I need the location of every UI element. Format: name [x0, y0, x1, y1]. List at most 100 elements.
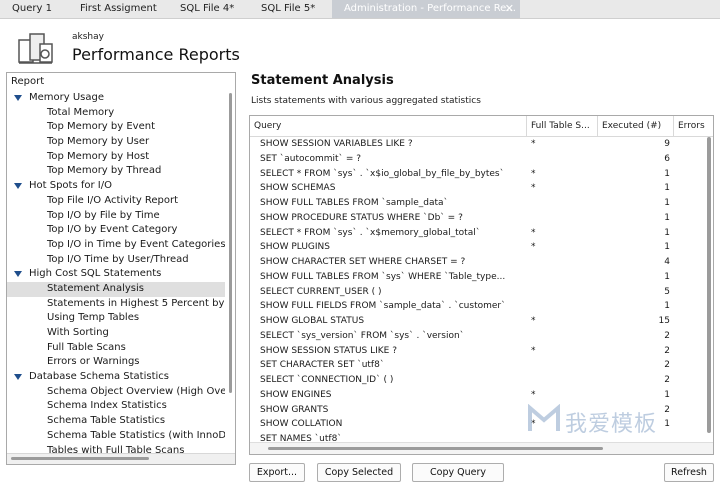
expand-triangle-icon[interactable] — [14, 271, 22, 278]
table-row[interactable]: SHOW SESSION STATUS LIKE ? * 2 — [250, 344, 705, 359]
close-icon[interactable]: ✕ — [505, 0, 514, 17]
tree-item[interactable]: Top File I/O Activity Report — [7, 194, 225, 209]
table-row[interactable]: SHOW FULL TABLES FROM `sys` WHERE `Table… — [250, 270, 705, 285]
tree-label: Top Memory by Host — [47, 150, 150, 162]
cell-executed: 1 — [664, 168, 670, 179]
tree-item[interactable]: Top Memory by Host — [7, 150, 225, 165]
column-header-executed[interactable]: Executed (#) — [598, 116, 674, 136]
cell-query: SELECT `sys_version` FROM `sys` . `versi… — [260, 330, 465, 341]
tab-label: SQL File 4* — [180, 3, 235, 14]
tree-item[interactable]: Statements in Highest 5 Percent by Ru — [7, 297, 225, 312]
cell-query: SHOW ENGINES — [260, 389, 332, 400]
tree-label: Database Schema Statistics — [29, 371, 169, 383]
column-header-query[interactable]: Query — [250, 116, 527, 136]
tree-item[interactable]: Schema Index Statistics — [7, 399, 225, 414]
cell-full-table-scan: * — [531, 227, 536, 238]
report-tree-panel: Report Memory Usage Total Memory Top Memor… — [6, 72, 236, 465]
tree-item[interactable]: Top Memory by Thread — [7, 164, 225, 179]
table-row[interactable]: SHOW SCHEMAS * 1 — [250, 181, 705, 196]
tree-item[interactable]: Total Memory — [7, 106, 225, 121]
tree-category[interactable]: High Cost SQL Statements — [7, 267, 225, 282]
table-row[interactable]: SET CHARACTER SET `utf8` 2 — [250, 358, 705, 373]
tab-administration-performance[interactable]: Administration - Performance Re... ✕ — [332, 0, 520, 18]
expand-triangle-icon[interactable] — [14, 374, 22, 381]
scrollbar-thumb[interactable] — [268, 447, 603, 450]
cell-query: SHOW PROCEDURE STATUS WHERE `Db` = ? — [260, 212, 463, 223]
tree-item[interactable]: Schema Object Overview (High Overhe — [7, 385, 225, 400]
cell-executed: 1 — [664, 242, 670, 253]
cell-executed: 1 — [664, 198, 670, 208]
tree-category[interactable]: Hot Spots for I/O — [7, 179, 225, 194]
report-description: Lists statements with various aggregated… — [251, 96, 481, 106]
copy-query-button[interactable]: Copy Query — [412, 463, 504, 482]
report-tree-heading: Report — [11, 76, 45, 87]
cell-query: SHOW CHARACTER SET WHERE CHARSET = ? — [260, 257, 466, 267]
tree-category[interactable]: Memory Usage — [7, 91, 225, 106]
table-row[interactable]: SELECT `CONNECTION_ID` ( ) 2 — [250, 373, 705, 388]
tree-item[interactable]: Top I/O Time by User/Thread — [7, 253, 225, 268]
grid-header: Query Full Table S... Executed (#) Error… — [250, 116, 713, 137]
scrollbar-thumb[interactable] — [11, 457, 149, 460]
tab-query-1[interactable]: Query 1 — [0, 0, 66, 18]
table-row[interactable]: SHOW ENGINES * 1 — [250, 388, 705, 403]
table-row[interactable]: SET `autocommit` = ? 6 — [250, 152, 705, 167]
tree-item[interactable]: Top I/O by Event Category — [7, 223, 225, 238]
refresh-button[interactable]: Refresh — [664, 463, 714, 482]
tree-item[interactable]: Schema Table Statistics (with InnoDB — [7, 429, 225, 444]
cell-query: SELECT CURRENT_USER ( ) — [260, 286, 382, 297]
tree-label: Top File I/O Activity Report — [47, 194, 179, 206]
table-row[interactable]: SHOW PROCEDURE STATUS WHERE `Db` = ? 1 — [250, 211, 705, 226]
cell-executed: 6 — [664, 153, 670, 164]
column-header-errors[interactable]: Errors — [674, 116, 713, 136]
tree-label: With Sorting — [47, 327, 109, 338]
grid-vertical-scrollbar[interactable] — [707, 137, 711, 433]
tree-item[interactable]: Top I/O by File by Time — [7, 209, 225, 224]
export-button[interactable]: Export... — [249, 463, 305, 482]
tree-label: Total Memory — [47, 106, 115, 118]
table-row[interactable]: SHOW GLOBAL STATUS * 15 — [250, 314, 705, 329]
table-row[interactable]: SHOW CHARACTER SET WHERE CHARSET = ? 4 — [250, 255, 705, 270]
tree-category[interactable]: Database Schema Statistics — [7, 370, 225, 385]
tree-item[interactable]: Top Memory by User — [7, 135, 225, 150]
tree-item[interactable]: Statement Analysis — [7, 281, 225, 297]
cell-full-table-scan: * — [531, 139, 536, 149]
tab-label: Query 1 — [12, 3, 52, 14]
tree-item[interactable]: Top I/O in Time by Event Categories — [7, 238, 225, 253]
tree-item[interactable]: With Sorting — [7, 326, 225, 341]
tree-item[interactable]: Top Memory by Event — [7, 120, 225, 135]
tree-label: Schema Object Overview (High Overhe — [47, 385, 225, 397]
tab-sql-file-5[interactable]: SQL File 5* — [249, 0, 331, 18]
tree-item[interactable]: Using Temp Tables — [7, 311, 225, 326]
grid-horizontal-scrollbar[interactable] — [250, 442, 713, 454]
tree-label: Schema Table Statistics (with InnoDB — [47, 429, 225, 441]
tab-sql-file-4[interactable]: SQL File 4* — [168, 0, 248, 18]
table-row[interactable]: SHOW PLUGINS * 1 — [250, 240, 705, 255]
tree-item[interactable]: Errors or Warnings — [7, 355, 225, 370]
tree-label: Hot Spots for I/O — [29, 180, 112, 192]
tree-item[interactable]: Schema Table Statistics — [7, 414, 225, 429]
page-title: Performance Reports — [72, 45, 240, 64]
cell-executed: 2 — [664, 330, 670, 341]
table-row[interactable]: SELECT `sys_version` FROM `sys` . `versi… — [250, 329, 705, 344]
tab-label: Administration - Performance Re... — [344, 3, 516, 14]
table-row[interactable]: SHOW FULL TABLES FROM `sample_data` 1 — [250, 196, 705, 211]
report-title: Statement Analysis — [251, 73, 394, 88]
table-row[interactable]: SHOW SESSION VARIABLES LIKE ? * 9 — [250, 137, 705, 152]
tab-first-assigment[interactable]: First Assigment — [68, 0, 164, 18]
column-header-full-table-scan[interactable]: Full Table S... — [527, 116, 598, 136]
expand-triangle-icon[interactable] — [14, 183, 22, 190]
tree-horizontal-scrollbar[interactable] — [7, 453, 235, 464]
table-row[interactable]: SELECT * FROM `sys` . `x$io_global_by_fi… — [250, 167, 705, 182]
connection-user: akshay — [72, 32, 104, 42]
cell-query: SHOW FULL FIELDS FROM `sample_data` . `c… — [260, 301, 506, 312]
cell-query: SHOW SCHEMAS — [260, 183, 336, 194]
cell-executed: 2 — [664, 360, 670, 371]
copy-selected-button[interactable]: Copy Selected — [317, 463, 401, 482]
tree-item[interactable]: Full Table Scans — [7, 341, 225, 356]
table-row[interactable]: SELECT * FROM `sys` . `x$memory_global_t… — [250, 226, 705, 241]
table-row[interactable]: SELECT CURRENT_USER ( ) 5 — [250, 285, 705, 300]
table-row[interactable]: SHOW FULL FIELDS FROM `sample_data` . `c… — [250, 299, 705, 314]
tree-vertical-scrollbar[interactable] — [229, 93, 232, 393]
expand-triangle-icon[interactable] — [14, 95, 22, 101]
tree-label: Top I/O in Time by Event Categories — [47, 238, 225, 250]
